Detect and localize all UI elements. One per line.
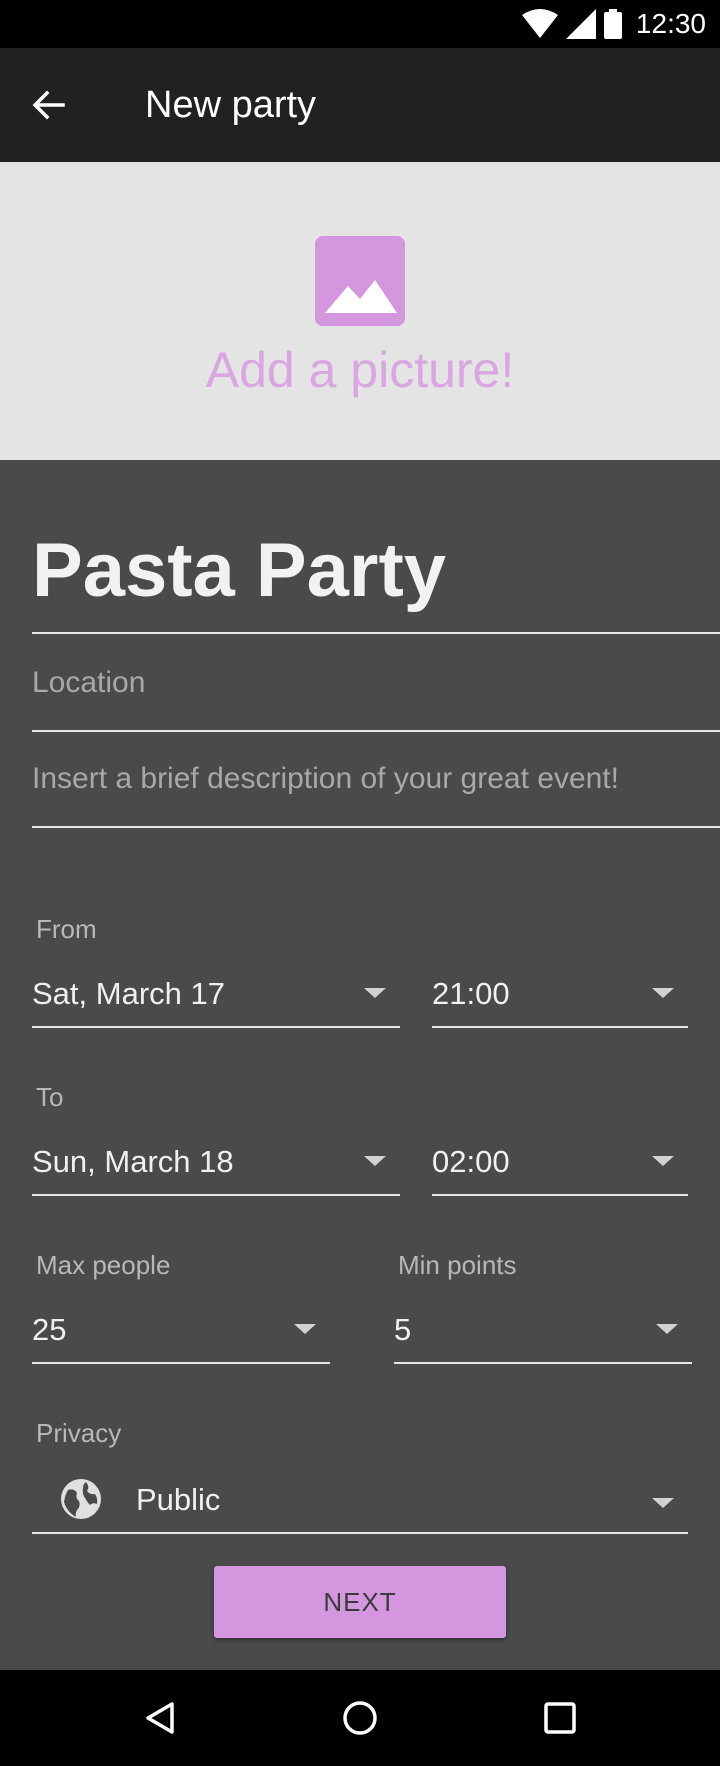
location-placeholder: Location	[32, 666, 146, 699]
globe-icon	[61, 1479, 101, 1519]
app-bar: New party	[0, 48, 720, 162]
to-time-dropdown[interactable]: 02:00	[432, 1130, 688, 1196]
from-label: From	[36, 914, 97, 944]
battery-icon	[603, 9, 622, 39]
chevron-down-icon	[294, 1324, 316, 1334]
privacy-value: Public	[136, 1482, 221, 1517]
status-bar: 12:30	[0, 0, 720, 48]
nav-back-button[interactable]	[136, 1694, 184, 1742]
location-input[interactable]: Location	[32, 636, 720, 732]
to-time-value: 02:00	[432, 1144, 510, 1179]
status-time: 12:30	[635, 8, 706, 39]
add-picture-area[interactable]: Add a picture!	[0, 162, 720, 460]
nav-home-button[interactable]	[336, 1694, 384, 1742]
page-title: New party	[145, 84, 317, 126]
max-people-value: 25	[32, 1312, 67, 1347]
chevron-down-icon	[652, 1498, 674, 1508]
description-placeholder: Insert a brief description of your great…	[32, 762, 619, 795]
from-date-dropdown[interactable]: Sat, March 17	[32, 962, 400, 1028]
privacy-dropdown[interactable]: Public	[32, 1466, 688, 1534]
next-button[interactable]: NEXT	[214, 1566, 506, 1638]
recents-square-icon	[544, 1702, 576, 1734]
back-triangle-icon	[146, 1702, 174, 1734]
min-points-label: Min points	[398, 1250, 517, 1280]
chevron-down-icon	[652, 988, 674, 998]
max-people-label: Max people	[36, 1250, 171, 1280]
from-time-dropdown[interactable]: 21:00	[432, 962, 688, 1028]
wifi-icon	[521, 9, 558, 38]
chevron-down-icon	[652, 1156, 674, 1166]
to-label: To	[36, 1082, 64, 1112]
arrow-back-icon	[32, 90, 65, 120]
party-title-input[interactable]: Pasta Party	[32, 526, 720, 634]
min-points-dropdown[interactable]: 5	[394, 1298, 692, 1364]
chevron-down-icon	[364, 1156, 386, 1166]
nav-recents-button[interactable]	[536, 1694, 584, 1742]
from-date-value: Sat, March 17	[32, 976, 225, 1011]
min-points-value: 5	[394, 1312, 412, 1347]
party-title-value: Pasta Party	[32, 528, 447, 613]
privacy-label: Privacy	[36, 1418, 122, 1448]
nav-bar	[0, 1670, 720, 1766]
back-button[interactable]	[24, 81, 72, 129]
chevron-down-icon	[364, 988, 386, 998]
from-time-value: 21:00	[432, 976, 510, 1011]
to-date-dropdown[interactable]: Sun, March 18	[32, 1130, 400, 1196]
home-circle-icon	[343, 1701, 377, 1735]
status-icons: 12:30	[521, 6, 706, 42]
to-date-value: Sun, March 18	[32, 1144, 234, 1179]
max-people-dropdown[interactable]: 25	[32, 1298, 330, 1364]
add-picture-label: Add a picture!	[205, 342, 515, 398]
party-form: Pasta Party Location Insert a brief desc…	[0, 460, 720, 1670]
description-input[interactable]: Insert a brief description of your great…	[32, 732, 720, 828]
signal-icon	[565, 9, 596, 39]
image-icon	[315, 236, 405, 326]
chevron-down-icon	[656, 1324, 678, 1334]
